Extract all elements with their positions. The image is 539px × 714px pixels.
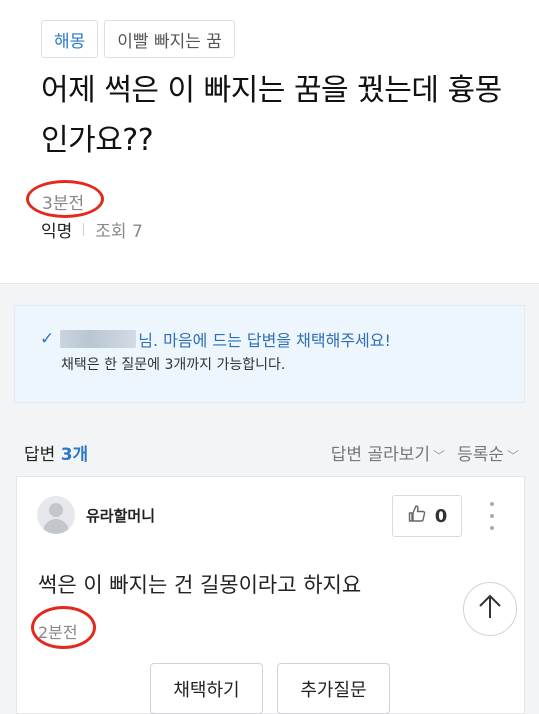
- avatar-body-shape: [43, 519, 69, 534]
- chevron-down-icon: ﹀: [433, 449, 446, 463]
- adopt-button[interactable]: 채택하기: [150, 663, 263, 714]
- answer-filter-dropdown[interactable]: 답변 골라보기 ﹀: [331, 440, 445, 465]
- blurred-username: [60, 330, 137, 348]
- chevron-down-icon: ﹀: [506, 449, 519, 463]
- sort-order-dropdown[interactable]: 등록순 ﹀: [457, 440, 519, 465]
- adopt-limit-text: 채택은 한 질문에 3개까지 가능합니다.: [61, 357, 286, 373]
- meta-divider: [83, 223, 85, 236]
- tag-dream-interpretation[interactable]: 해몽: [41, 20, 99, 58]
- tag-tooth-falling-dream[interactable]: 이빨 빠지는 꿈: [104, 20, 235, 58]
- check-icon: ✓: [40, 329, 55, 349]
- avatar[interactable]: [37, 496, 75, 534]
- question-author: 익명: [41, 222, 73, 242]
- adopt-notice-message: ✓ 님. 마음에 드는 답변을 채택해주세요!: [40, 327, 391, 351]
- answer-filter-label: 답변 골라보기: [330, 445, 431, 465]
- answers-label: 답변: [24, 445, 56, 465]
- answer-body: 썩은 이 빠지는 건 길몽이라고 하지요: [38, 573, 362, 597]
- answers-count-heading: 답변 3개: [24, 440, 88, 465]
- adopt-notice-text: 님. 마음에 드는 답변을 채택해주세요!: [138, 331, 391, 350]
- like-count: 0: [434, 505, 448, 527]
- answer-time: 2분전: [38, 623, 78, 642]
- tag-list: 해몽 이빨 빠지는 꿈: [41, 20, 235, 58]
- arrow-up-icon: [476, 593, 504, 625]
- thumbs-up-icon: [407, 504, 427, 529]
- scroll-top-button[interactable]: [463, 582, 517, 636]
- like-button[interactable]: 0: [392, 495, 462, 537]
- followup-question-button[interactable]: 추가질문: [277, 663, 390, 714]
- sort-order-label: 등록순: [457, 445, 504, 465]
- answer-sort-controls: 답변 골라보기 ﹀ 등록순 ﹀: [331, 440, 519, 465]
- view-count: 조회 7: [95, 222, 143, 242]
- question-time: 3분전: [42, 194, 85, 214]
- question-title: 어제 썩은 이 빠지는 꿈을 꿨는데 흉몽인가요??: [41, 73, 502, 158]
- question-meta: 익명 조회 7: [41, 217, 143, 242]
- avatar-head-shape: [49, 503, 63, 517]
- answer-author[interactable]: 유라할머니: [86, 505, 155, 526]
- more-vertical-icon[interactable]: [486, 502, 498, 530]
- answers-count: 3개: [60, 445, 89, 465]
- question-section: 해몽 이빨 빠지는 꿈 어제 썩은 이 빠지는 꿈을 꿨는데 흉몽인가요?? 3…: [0, 0, 539, 283]
